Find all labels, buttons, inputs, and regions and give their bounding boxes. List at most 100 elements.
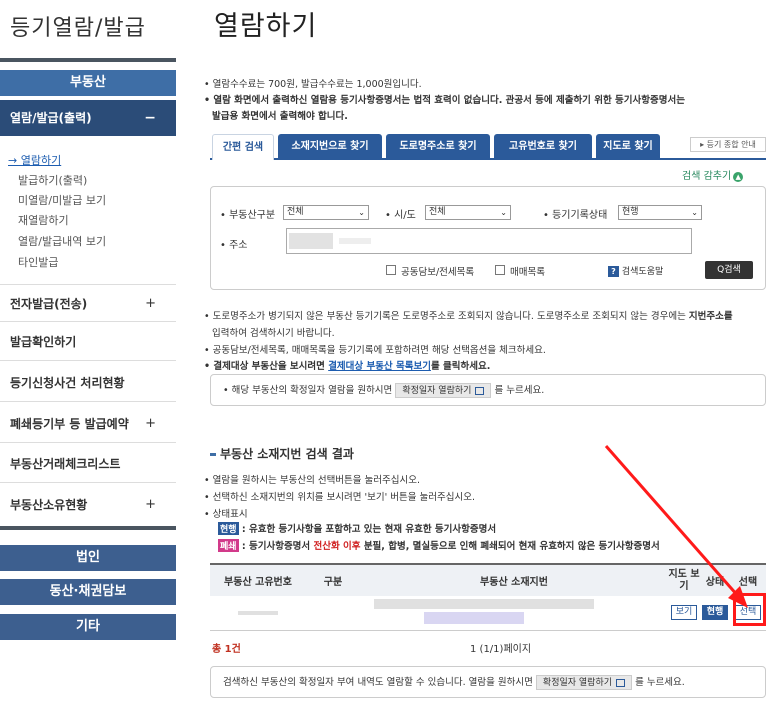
footer-date-box: 검색하신 부동산의 확정일자 부여 내역도 열람할 수 있습니다. 열람을 원하… — [210, 666, 766, 698]
redacted-text — [289, 233, 333, 249]
col-map: 지도 보기 — [668, 563, 700, 596]
type-select[interactable]: 전체 ⌄ — [283, 205, 369, 220]
menu-label: 폐쇄등기부 등 발급예약 — [10, 417, 129, 431]
date-box-text: • 해당 부동산의 확정일자 열람을 원하시면 — [223, 385, 393, 396]
expand-icon: + — [145, 497, 156, 512]
tab-lot-number[interactable]: 소재지번으로 찾기 — [278, 134, 382, 160]
footer-text: 를 누르세요. — [635, 677, 685, 688]
cell-address[interactable] — [360, 596, 668, 631]
sidebar-item-checklist[interactable]: 부동산거래체크리스트 — [0, 445, 176, 483]
chevron-down-icon: ⌄ — [691, 208, 698, 217]
sidebar-other-button[interactable]: 기타 — [0, 614, 176, 640]
sidebar-section-label: 열람/발급(출력) — [10, 111, 92, 125]
bullet-icon — [210, 453, 216, 456]
sidebar-sub-review[interactable]: 재열람하기 — [18, 212, 69, 228]
info-option-note: • 공동담보/전세목록, 매매목록을 등기기록에 포함하려면 해당 선택옵션을 … — [204, 345, 546, 356]
sidebar-sub-other-issue[interactable]: 타인발급 — [18, 254, 58, 270]
table-header: 부동산 고유번호 구분 부동산 소재지번 지도 보기 상태 선택 — [210, 563, 766, 596]
sidebar-divider — [0, 58, 176, 62]
footer-date-view-button[interactable]: 확정일자 열람하기 — [535, 675, 633, 690]
sidebar-item-real-estate[interactable]: 부동산 — [0, 70, 176, 96]
tab-map[interactable]: 지도로 찾기 — [596, 134, 660, 160]
sidebar-item-status[interactable]: 등기신청사건 처리현황 — [0, 364, 176, 402]
tab-simple[interactable]: 간편 검색 — [212, 134, 274, 160]
col-type: 구분 — [306, 563, 360, 596]
address-label: • 주소 — [220, 240, 248, 251]
results-note-1: • 열람을 원하시는 부동산의 선택버튼을 눌러주십시오. — [204, 475, 421, 486]
sidebar-item-electronic[interactable]: 전자발급(전송) + — [0, 284, 176, 322]
table-row: 보기 현행 선택 — [210, 596, 766, 631]
joint-collateral-checkbox[interactable] — [386, 265, 396, 275]
results-title: 부동산 소재지번 검색 결과 — [210, 445, 354, 462]
collapse-search-button[interactable]: 검색 감추기 ▲ — [682, 167, 744, 182]
sido-select[interactable]: 전체 ⌄ — [425, 205, 511, 220]
type-value: 전체 — [287, 207, 304, 217]
total-count: 총 1건 — [212, 644, 241, 655]
sido-value: 전체 — [429, 207, 446, 217]
address-input[interactable] — [286, 228, 692, 254]
results-note-2: • 선택하신 소재지번의 위치를 보시려면 '보기' 버튼을 눌러주십시오. — [204, 492, 475, 503]
map-view-button[interactable]: 보기 — [670, 605, 698, 621]
menu-label: 전자발급(전송) — [10, 297, 88, 311]
col-select: 선택 — [730, 563, 766, 596]
guide-button[interactable]: ▸ 등기 종합 안내 — [690, 137, 766, 152]
menu-label: 부동산거래체크리스트 — [10, 457, 121, 471]
menu-label: 부동산소유현황 — [10, 498, 88, 512]
help-icon: ? — [608, 266, 619, 277]
pagination: 1 (1/1)페이지 — [470, 644, 532, 655]
menu-label: 등기신청사건 처리현황 — [10, 376, 125, 390]
tab-road-address[interactable]: 도로명주소로 찾기 — [386, 134, 490, 160]
sidebar-item-ownership[interactable]: 부동산소유현황 + — [0, 486, 176, 524]
status-badge-current: 현행 — [218, 522, 239, 535]
status-value: 현행 — [622, 207, 639, 217]
sidebar-movable-button[interactable]: 동산·채권담보 — [0, 579, 176, 605]
cell-unique-number — [210, 596, 306, 631]
legend-text: 분필, 합병, 멸실등으로 인해 폐쇄되어 현재 유효하지 않은 등기사항증명서 — [363, 541, 660, 552]
page-title: 열람하기 — [214, 11, 318, 42]
sidebar-section-view-issue[interactable]: 열람/발급(출력) − — [0, 100, 176, 136]
redacted-text — [339, 238, 371, 244]
status-badge: 현행 — [701, 605, 729, 621]
col-unique-number: 부동산 고유번호 — [210, 563, 306, 596]
legend-text: : 등기사항증명서 — [241, 541, 311, 552]
type-label: • 부동산구분 — [220, 210, 276, 221]
sidebar-sub-history[interactable]: 열람/발급내역 보기 — [18, 233, 106, 249]
help-label: 검색도움말 — [621, 267, 664, 277]
collapse-label: 검색 감추기 — [682, 171, 732, 182]
status-label: • 등기기록상태 — [543, 210, 608, 221]
tab-unique-number[interactable]: 고유번호로 찾기 — [494, 134, 592, 160]
results-note-3: • 상태표시 — [204, 509, 248, 520]
info-text: • 결제대상 부동산을 보시려면 — [204, 361, 325, 372]
info-text: 를 클릭하세요. — [430, 361, 491, 372]
footer-text: 검색하신 부동산의 확정일자 부여 내역도 열람할 수 있습니다. 열람을 원하… — [223, 677, 533, 688]
sidebar-corp-button[interactable]: 법인 — [0, 545, 176, 571]
sidebar-sub-view[interactable]: → 열람하기 — [8, 152, 61, 168]
chevron-down-icon: ⌄ — [358, 208, 365, 217]
info-bold: 지번주소를 — [688, 311, 733, 322]
results-title-text: 부동산 소재지번 검색 결과 — [220, 447, 354, 461]
sido-label: • 시/도 — [385, 210, 416, 221]
external-link-icon — [475, 386, 485, 395]
expand-icon: + — [145, 296, 156, 311]
up-chevron-icon: ▲ — [733, 172, 744, 182]
external-link-icon — [616, 678, 626, 687]
sidebar-sub-unviewed[interactable]: 미열람/미발급 보기 — [18, 192, 106, 208]
sidebar-divider — [0, 526, 176, 530]
status-select[interactable]: 현행 ⌄ — [618, 205, 702, 220]
info-road-note-2: 입력하여 검색하시기 바랍니다. — [212, 328, 335, 339]
date-view-button[interactable]: 확정일자 열람하기 — [395, 383, 492, 398]
sidebar-item-confirm[interactable]: 발급확인하기 — [0, 323, 176, 361]
info-text: • 도로명주소가 병기되지 않은 부동산 등기기록은 도로명주소로 조회되지 않… — [204, 311, 686, 322]
menu-label: 발급확인하기 — [10, 335, 77, 349]
sidebar-sub-issue[interactable]: 발급하기(출력) — [18, 172, 87, 188]
search-button[interactable]: Q검색 — [705, 261, 753, 279]
redacted-link — [424, 611, 524, 624]
sales-list-checkbox[interactable] — [495, 265, 505, 275]
payment-list-link[interactable]: 결제대상 부동산 목록보기 — [328, 361, 431, 372]
footer-date-view-label: 확정일자 열람하기 — [542, 678, 613, 688]
legend-current: 현행 : 유효한 등기사항을 포함하고 있는 현재 유효한 등기사항증명서 — [218, 521, 496, 535]
search-help-button[interactable]: ? 검색도움말 — [608, 264, 663, 277]
sidebar-item-closed-register[interactable]: 폐쇄등기부 등 발급예약 + — [0, 405, 176, 443]
legend-closed: 폐쇄 : 등기사항증명서 전산화 이후 분필, 합병, 멸실등으로 인해 폐쇄되… — [218, 538, 660, 552]
joint-collateral-label: 공동담보/전세목록 — [401, 267, 475, 278]
